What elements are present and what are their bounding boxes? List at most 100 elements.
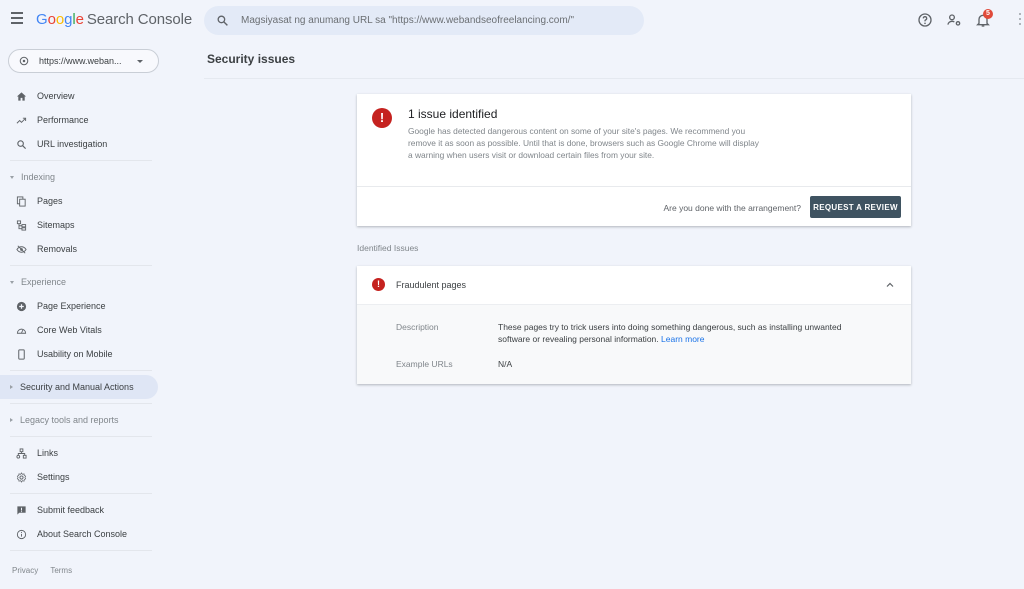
sidebar-item-label: Core Web Vitals: [37, 325, 102, 335]
property-url: https://www.weban...: [39, 56, 122, 66]
search-icon: [217, 15, 228, 26]
caret-right-icon: [10, 385, 13, 389]
sidebar-item-core-web-vitals[interactable]: Core Web Vitals: [0, 318, 160, 342]
sidebar-item-overview[interactable]: Overview: [0, 84, 160, 108]
divider: [10, 160, 152, 161]
manage-users-icon[interactable]: [946, 12, 962, 28]
sidebar-item-pages[interactable]: Pages: [0, 189, 160, 213]
logo-letter: G: [36, 11, 48, 28]
info-icon: [16, 529, 27, 540]
divider: [10, 370, 152, 371]
links-icon: [16, 447, 27, 459]
notification-count-badge: 5: [983, 9, 993, 19]
description-label: Description: [396, 322, 439, 332]
page-title: Security issues: [207, 52, 296, 66]
section-label: Experience: [21, 277, 67, 287]
sidebar-item-label: Performance: [37, 115, 89, 125]
sidebar: Overview Performance URL investigation I…: [0, 84, 160, 555]
sidebar-item-label: Links: [37, 448, 59, 458]
globe-icon: [19, 56, 29, 66]
page-experience-icon: [16, 301, 27, 312]
privacy-link[interactable]: Privacy: [12, 566, 38, 575]
property-selector[interactable]: https://www.weban...: [8, 49, 159, 73]
mobile-icon: [16, 348, 27, 360]
error-icon: !: [372, 278, 385, 291]
sitemap-icon: [16, 219, 27, 231]
caret-down-icon: [10, 280, 14, 284]
divider: [204, 78, 1024, 79]
sidebar-item-label: Usability on Mobile: [37, 349, 113, 359]
chevron-up-icon[interactable]: [884, 279, 896, 291]
url-inspection-search[interactable]: [204, 6, 644, 35]
description-value: These pages try to trick users into doin…: [498, 321, 843, 345]
chevron-down-icon: [137, 59, 143, 63]
example-urls-value: N/A: [498, 359, 513, 369]
section-label: Legacy tools and reports: [20, 415, 119, 425]
sidebar-item-label: Settings: [37, 472, 70, 482]
section-label: Indexing: [21, 172, 56, 182]
issue-summary-card: ! 1 issue identified Google has detected…: [357, 94, 911, 226]
logo[interactable]: Google Search Console: [36, 11, 192, 28]
request-review-button[interactable]: REQUEST A REVIEW: [810, 196, 901, 218]
feedback-icon: [16, 505, 27, 516]
menu-icon[interactable]: [11, 12, 25, 26]
more-vert-icon[interactable]: [1019, 13, 1022, 27]
logo-letter: e: [75, 11, 84, 28]
sidebar-item-label: About Search Console: [37, 529, 128, 539]
sidebar-item-label: URL investigation: [37, 139, 108, 149]
footer-links: Privacy Terms: [12, 566, 82, 575]
caret-down-icon: [10, 175, 14, 179]
learn-more-link[interactable]: Learn more: [661, 334, 704, 344]
sidebar-item-settings[interactable]: Settings: [0, 465, 160, 489]
sidebar-item-removals[interactable]: Removals: [0, 237, 160, 261]
home-icon: [16, 91, 27, 102]
app-header: GoogleSearch Console 5: [0, 0, 1024, 40]
identified-issues-label: Identified Issues: [357, 243, 419, 253]
sidebar-section-legacy[interactable]: Legacy tools and reports: [0, 408, 160, 432]
sidebar-item-performance[interactable]: Performance: [0, 108, 160, 132]
issue-header[interactable]: ! Fraudulent pages: [357, 266, 911, 305]
sidebar-item-label: Pages: [37, 196, 63, 206]
error-icon: !: [372, 108, 392, 128]
sidebar-item-links[interactable]: Links: [0, 441, 160, 465]
sidebar-section-security[interactable]: Security and Manual Actions: [0, 375, 158, 399]
issue-card: ! Fraudulent pages Description These pag…: [357, 266, 911, 384]
logo-letter: o: [47, 11, 56, 28]
sidebar-section-indexing[interactable]: Indexing: [0, 165, 160, 189]
sidebar-item-page-experience[interactable]: Page Experience: [0, 294, 160, 318]
summary-description: Google has detected dangerous content on…: [408, 126, 759, 160]
sidebar-item-label: Overview: [37, 91, 75, 101]
sidebar-item-label: Page Experience: [37, 301, 106, 311]
sidebar-item-usability-mobile[interactable]: Usability on Mobile: [0, 342, 160, 366]
sidebar-item-label: Sitemaps: [37, 220, 75, 230]
trending-up-icon: [16, 115, 27, 126]
search-input[interactable]: [241, 15, 644, 26]
divider: [10, 493, 152, 494]
issue-name: Fraudulent pages: [396, 280, 467, 290]
divider: [10, 550, 152, 551]
sidebar-item-label: Removals: [37, 244, 78, 254]
summary-footer: Are you done with the arrangement? REQUE…: [357, 186, 911, 226]
search-icon: [16, 139, 27, 150]
product-name: Search Console: [86, 11, 193, 28]
sidebar-item-label: Submit feedback: [37, 505, 105, 515]
summary-title: 1 issue identified: [408, 107, 498, 121]
divider: [10, 436, 152, 437]
removals-icon: [16, 244, 27, 255]
sidebar-item-url-inspection[interactable]: URL investigation: [0, 132, 160, 156]
speed-gauge-icon: [16, 325, 27, 336]
section-label: Security and Manual Actions: [20, 382, 134, 392]
gear-icon: [16, 471, 27, 483]
caret-right-icon: [10, 418, 13, 422]
sidebar-item-submit-feedback[interactable]: Submit feedback: [0, 498, 160, 522]
sidebar-item-about[interactable]: About Search Console: [0, 522, 160, 546]
review-question: Are you done with the arrangement?: [663, 203, 801, 213]
issue-details: Description These pages try to trick use…: [357, 305, 911, 384]
example-urls-label: Example URLs: [396, 359, 453, 369]
sidebar-item-sitemaps[interactable]: Sitemaps: [0, 213, 160, 237]
logo-letter: o: [55, 11, 65, 28]
divider: [10, 265, 152, 266]
sidebar-section-experience[interactable]: Experience: [0, 270, 160, 294]
terms-link[interactable]: Terms: [50, 566, 72, 575]
help-icon[interactable]: [917, 12, 933, 28]
